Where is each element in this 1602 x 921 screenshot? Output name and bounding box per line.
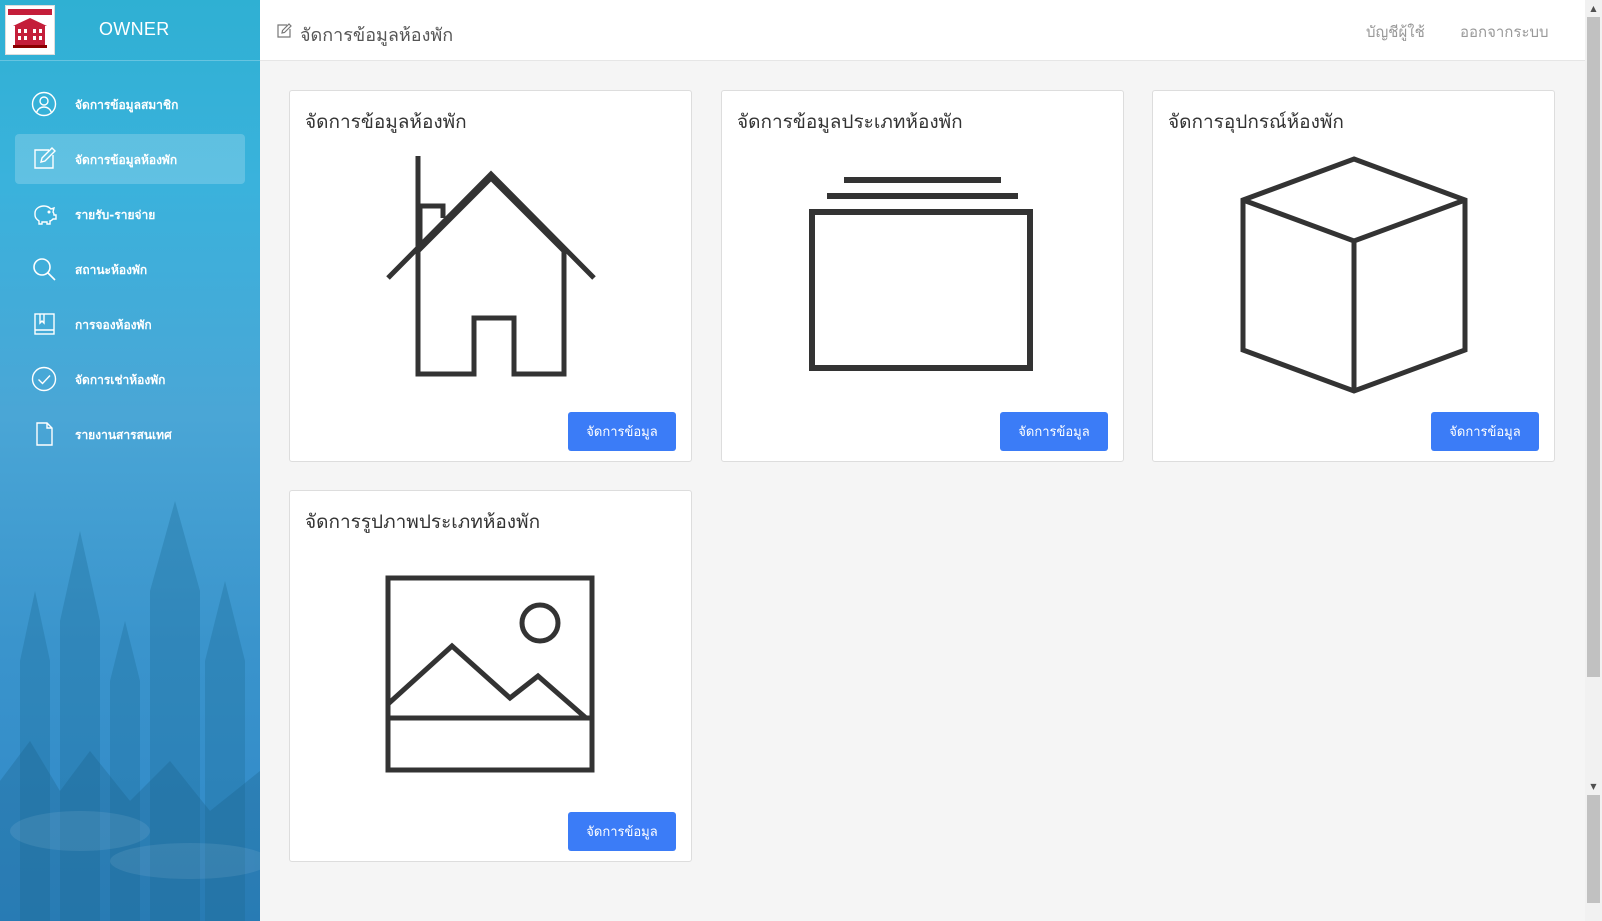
- card-title: จัดการรูปภาพประเภทห้องพัก: [305, 511, 541, 533]
- sidebar-item-rental[interactable]: จัดการเช่าห้องพัก: [15, 354, 245, 404]
- scrollbar-thumb[interactable]: [1587, 17, 1600, 677]
- sidebar-item-label: จัดการเช่าห้องพัก: [75, 373, 166, 387]
- manage-room-type-images-button[interactable]: จัดการข้อมูล: [568, 812, 676, 851]
- page-title: จัดการข้อมูลห้องพัก: [300, 25, 454, 46]
- account-link[interactable]: บัญชีผู้ใช้: [1366, 20, 1425, 44]
- card-room-type-images: จัดการรูปภาพประเภทห้องพัก จัดการข้อมูล: [289, 490, 692, 862]
- card-title: จัดการข้อมูลประเภทห้องพัก: [737, 111, 963, 133]
- logo-banner: [8, 9, 52, 15]
- vertical-scrollbar[interactable]: ▲ ▼: [1585, 0, 1602, 921]
- card-room-types: จัดการข้อมูลประเภทห้องพัก จัดการข้อมูล: [721, 90, 1124, 462]
- edit-icon: [34, 147, 56, 169]
- image-icon: [385, 575, 595, 773]
- scrollbar-track-lower[interactable]: [1587, 795, 1600, 903]
- edit-icon: [277, 23, 292, 38]
- sidebar-item-members[interactable]: จัดการข้อมูลสมาชิก: [15, 79, 245, 129]
- sidebar-item-label: สถานะห้องพัก: [75, 263, 148, 277]
- check-circle-icon: [31, 366, 57, 392]
- sidebar-item-label: จัดการข้อมูลสมาชิก: [75, 98, 179, 112]
- house-icon: [386, 156, 596, 377]
- brand-title: OWNER: [99, 19, 170, 39]
- sidebar-item-reports[interactable]: รายงานสารสนเทศ: [15, 409, 245, 459]
- top-bar: จัดการข้อมูลห้องพัก บัญชีผู้ใช้ ออกจากระ…: [260, 0, 1585, 61]
- scroll-down-icon[interactable]: ▼: [1585, 778, 1602, 795]
- sidebar-item-rooms[interactable]: จัดการข้อมูลห้องพัก: [15, 134, 245, 184]
- sidebar-nav: จัดการข้อมูลสมาชิก จัดการข้อมูลห้องพัก ร…: [0, 79, 260, 459]
- box-icon: [1240, 156, 1468, 394]
- building-icon: [13, 18, 47, 48]
- sidebar-item-label: รายรับ-รายจ่าย: [75, 208, 156, 222]
- card-title: จัดการข้อมูลห้องพัก: [305, 111, 467, 133]
- manage-room-equipment-button[interactable]: จัดการข้อมูล: [1431, 412, 1539, 451]
- card-title: จัดการอุปกรณ์ห้องพัก: [1168, 111, 1344, 133]
- card-rooms: จัดการข้อมูลห้องพัก จัดการข้อมูล: [289, 90, 692, 462]
- file-icon: [36, 422, 53, 446]
- scroll-up-icon[interactable]: ▲: [1585, 0, 1602, 17]
- sidebar-item-booking[interactable]: การจองห้องพัก: [15, 299, 245, 349]
- sidebar-item-label: รายงานสารสนเทศ: [75, 428, 172, 442]
- user-circle-icon: [31, 91, 57, 117]
- layers-icon: [809, 177, 1033, 371]
- sidebar: OWNER จัดการข้อมูลสมาชิก จัดการข้อมูลห้อ…: [0, 0, 260, 921]
- piggy-bank-icon: [34, 205, 57, 225]
- search-icon: [33, 258, 56, 281]
- sidebar-item-income-expense[interactable]: รายรับ-รายจ่าย: [15, 189, 245, 239]
- manage-room-types-button[interactable]: จัดการข้อมูล: [1000, 412, 1108, 451]
- manage-rooms-button[interactable]: จัดการข้อมูล: [568, 412, 676, 451]
- card-room-equipment: จัดการอุปกรณ์ห้องพัก จัดการข้อมูล: [1152, 90, 1555, 462]
- hotel-logo[interactable]: [5, 5, 55, 55]
- sidebar-item-label: จัดการข้อมูลห้องพัก: [75, 153, 178, 167]
- sidebar-item-label: การจองห้องพัก: [75, 318, 152, 332]
- bookmark-book-icon: [34, 313, 55, 335]
- logout-link[interactable]: ออกจากระบบ: [1460, 20, 1549, 44]
- sidebar-item-room-status[interactable]: สถานะห้องพัก: [15, 244, 245, 294]
- brand-header: OWNER: [0, 0, 260, 61]
